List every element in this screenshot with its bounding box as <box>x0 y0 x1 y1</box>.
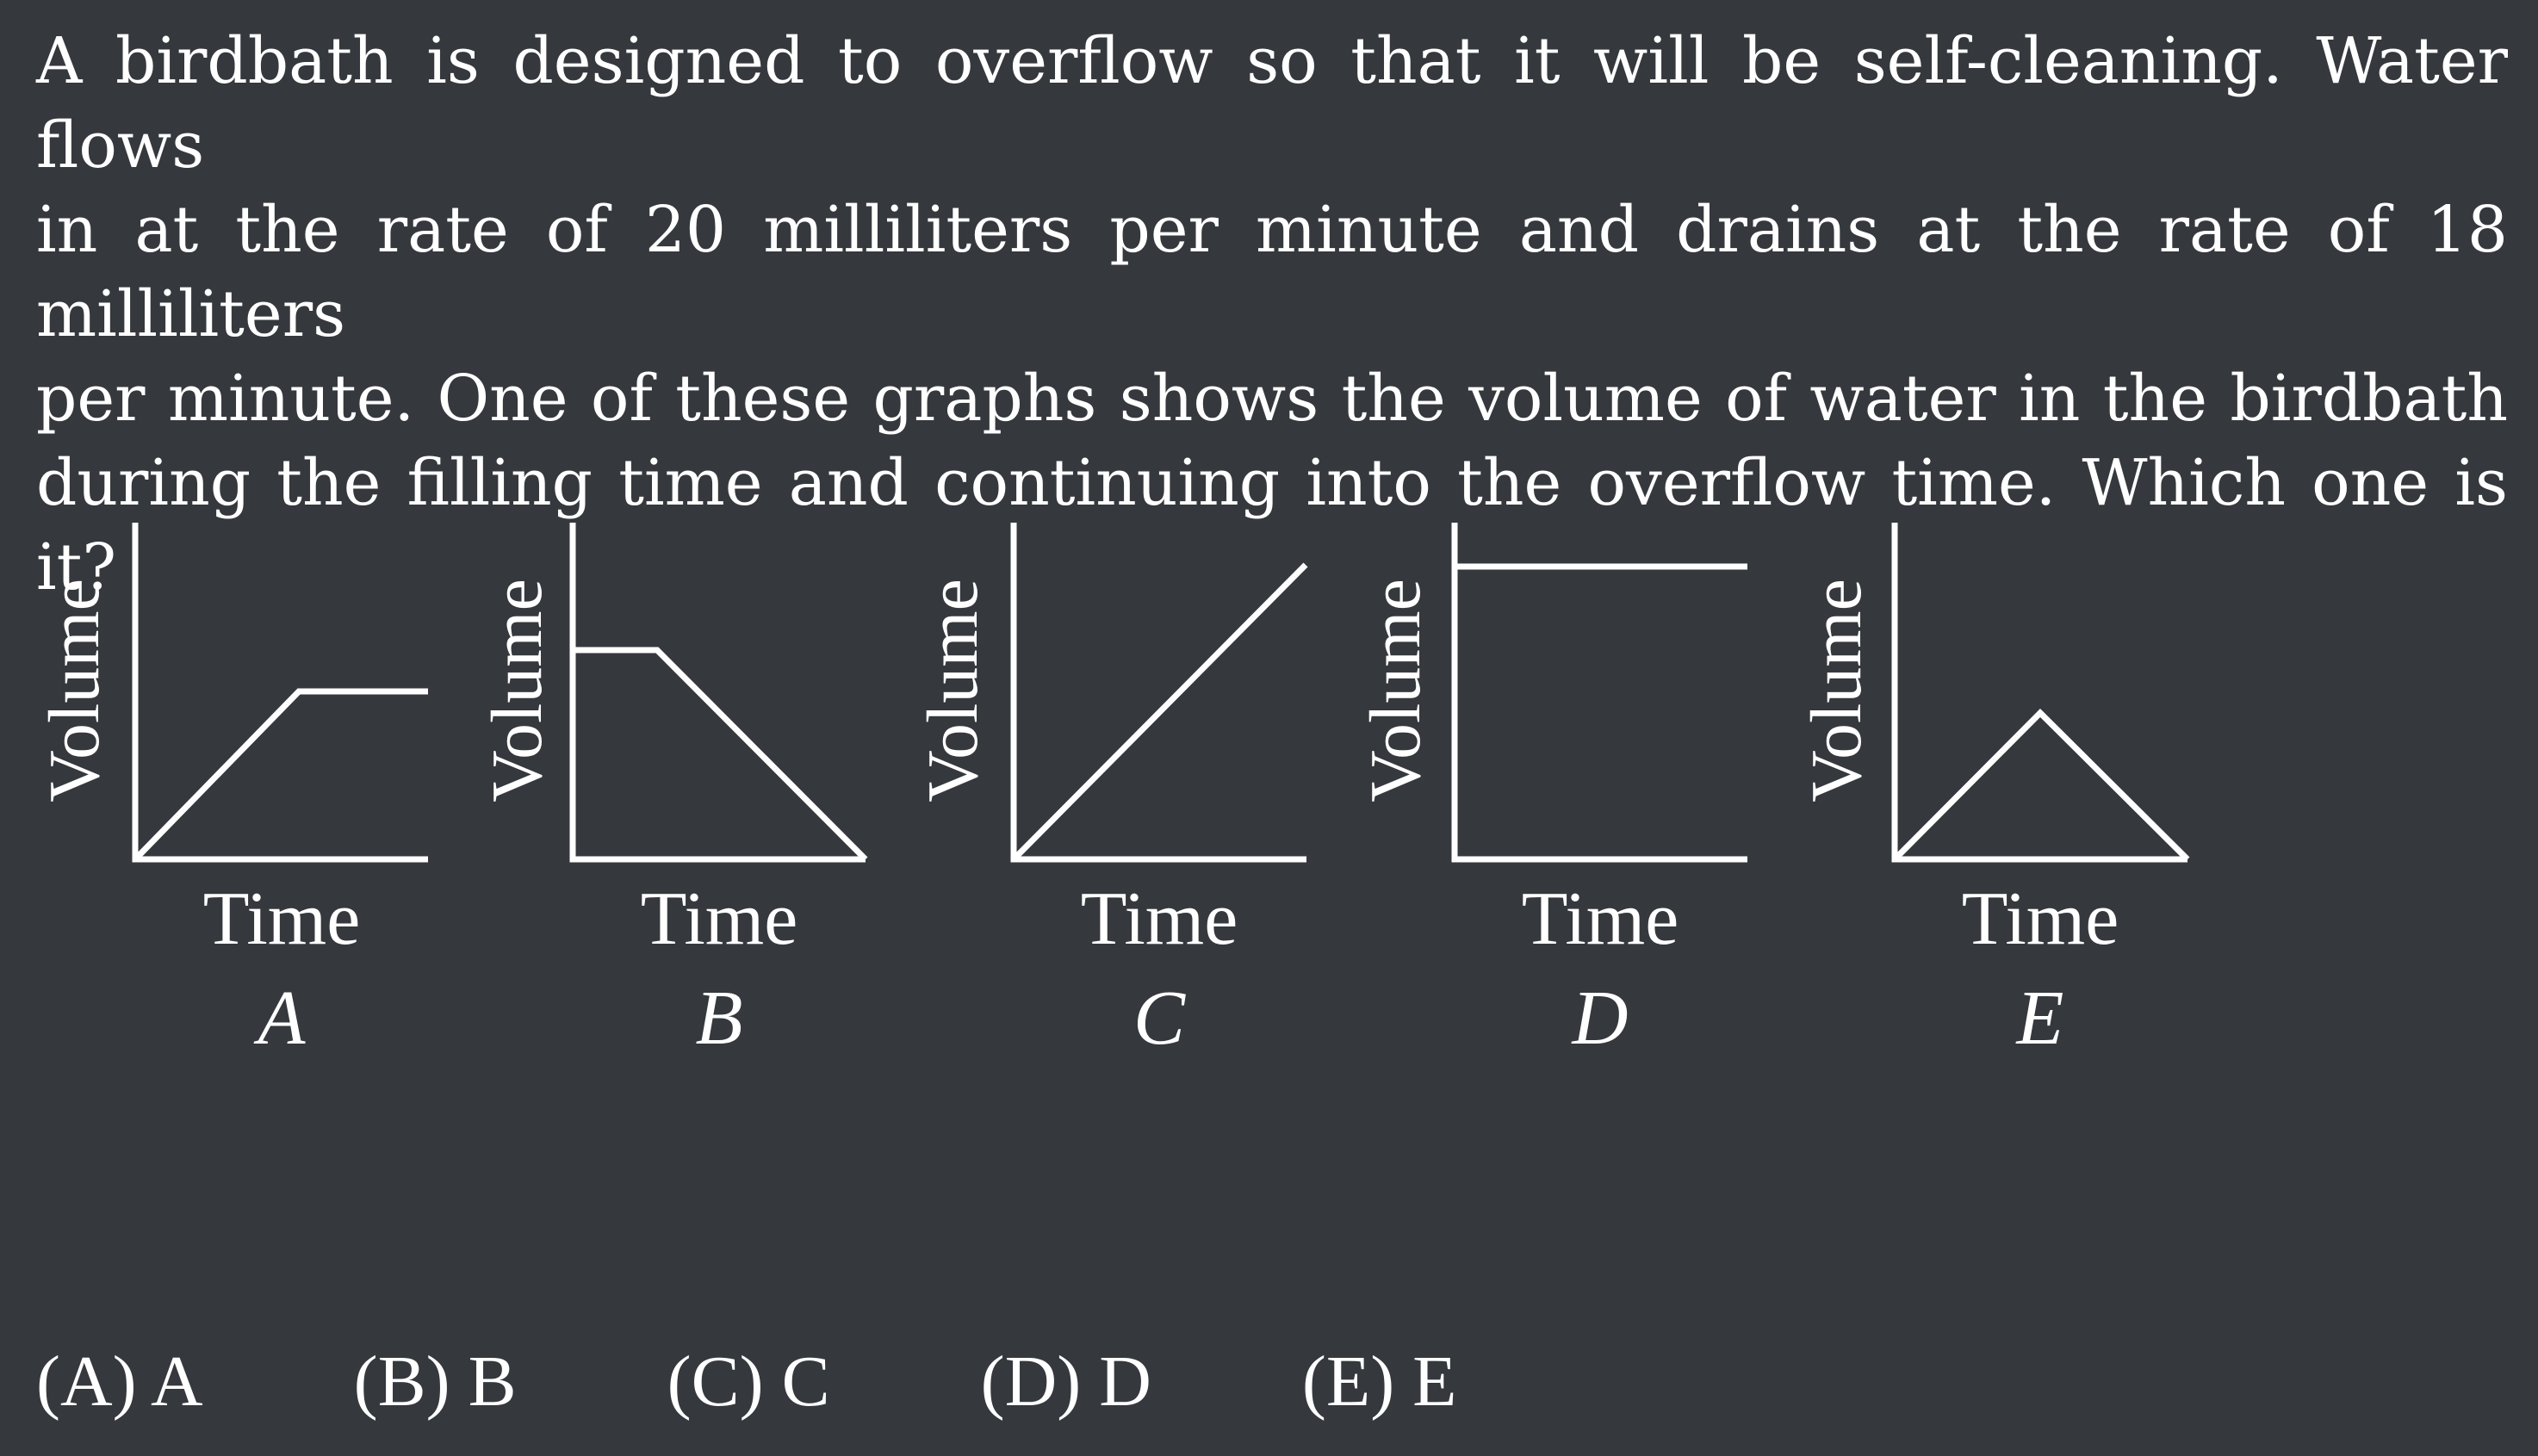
graph-e-x-label: Time <box>1962 877 2119 961</box>
graph-c: Volume Time C <box>913 523 1308 1061</box>
graph-a-x-label: Time <box>203 877 361 961</box>
graph-c-axes <box>1010 523 1306 863</box>
graph-b-letter: B <box>696 976 743 1061</box>
graph-a-y-label: Volume <box>34 579 115 802</box>
graph-b-y-label: Volume <box>477 579 557 802</box>
graph-c-letter: C <box>1133 976 1186 1061</box>
graph-e: Volume Time E <box>1796 523 2190 1061</box>
graph-d-x-label: Time <box>1522 877 1679 961</box>
choice-c[interactable]: (C) C <box>667 1335 830 1429</box>
graph-e-curve <box>1892 709 2190 862</box>
choice-d[interactable]: (D) D <box>981 1335 1151 1429</box>
graph-a-curve <box>133 688 428 862</box>
graph-c-curve <box>1011 562 1308 862</box>
graph-e-letter: E <box>2015 976 2064 1061</box>
choice-b[interactable]: (B) B <box>354 1335 517 1429</box>
graph-e-y-label: Volume <box>1796 579 1877 802</box>
graph-a: Volume Time A <box>34 523 428 1061</box>
graph-e-axes <box>1891 523 2187 863</box>
graph-d: Volume Time D <box>1356 523 1747 1061</box>
graph-d-letter: D <box>1571 976 1629 1061</box>
graph-c-x-label: Time <box>1081 877 1238 961</box>
graph-b: Volume Time B <box>477 523 868 1061</box>
answer-choices: (A) A (B) B (C) C (D) D (E) E <box>36 1335 1608 1429</box>
graph-b-axes <box>569 523 866 863</box>
graph-d-axes <box>1451 523 1747 863</box>
graph-b-x-label: Time <box>641 877 798 961</box>
graph-a-letter: A <box>254 976 307 1061</box>
graph-panel: Volume Time A Volume Time B Volume Time … <box>34 523 2190 1061</box>
choice-e[interactable]: (E) E <box>1302 1335 1457 1429</box>
graph-b-curve <box>573 647 868 862</box>
graph-c-y-label: Volume <box>913 579 993 802</box>
graph-d-y-label: Volume <box>1356 579 1436 802</box>
choice-a[interactable]: (A) A <box>36 1335 203 1429</box>
